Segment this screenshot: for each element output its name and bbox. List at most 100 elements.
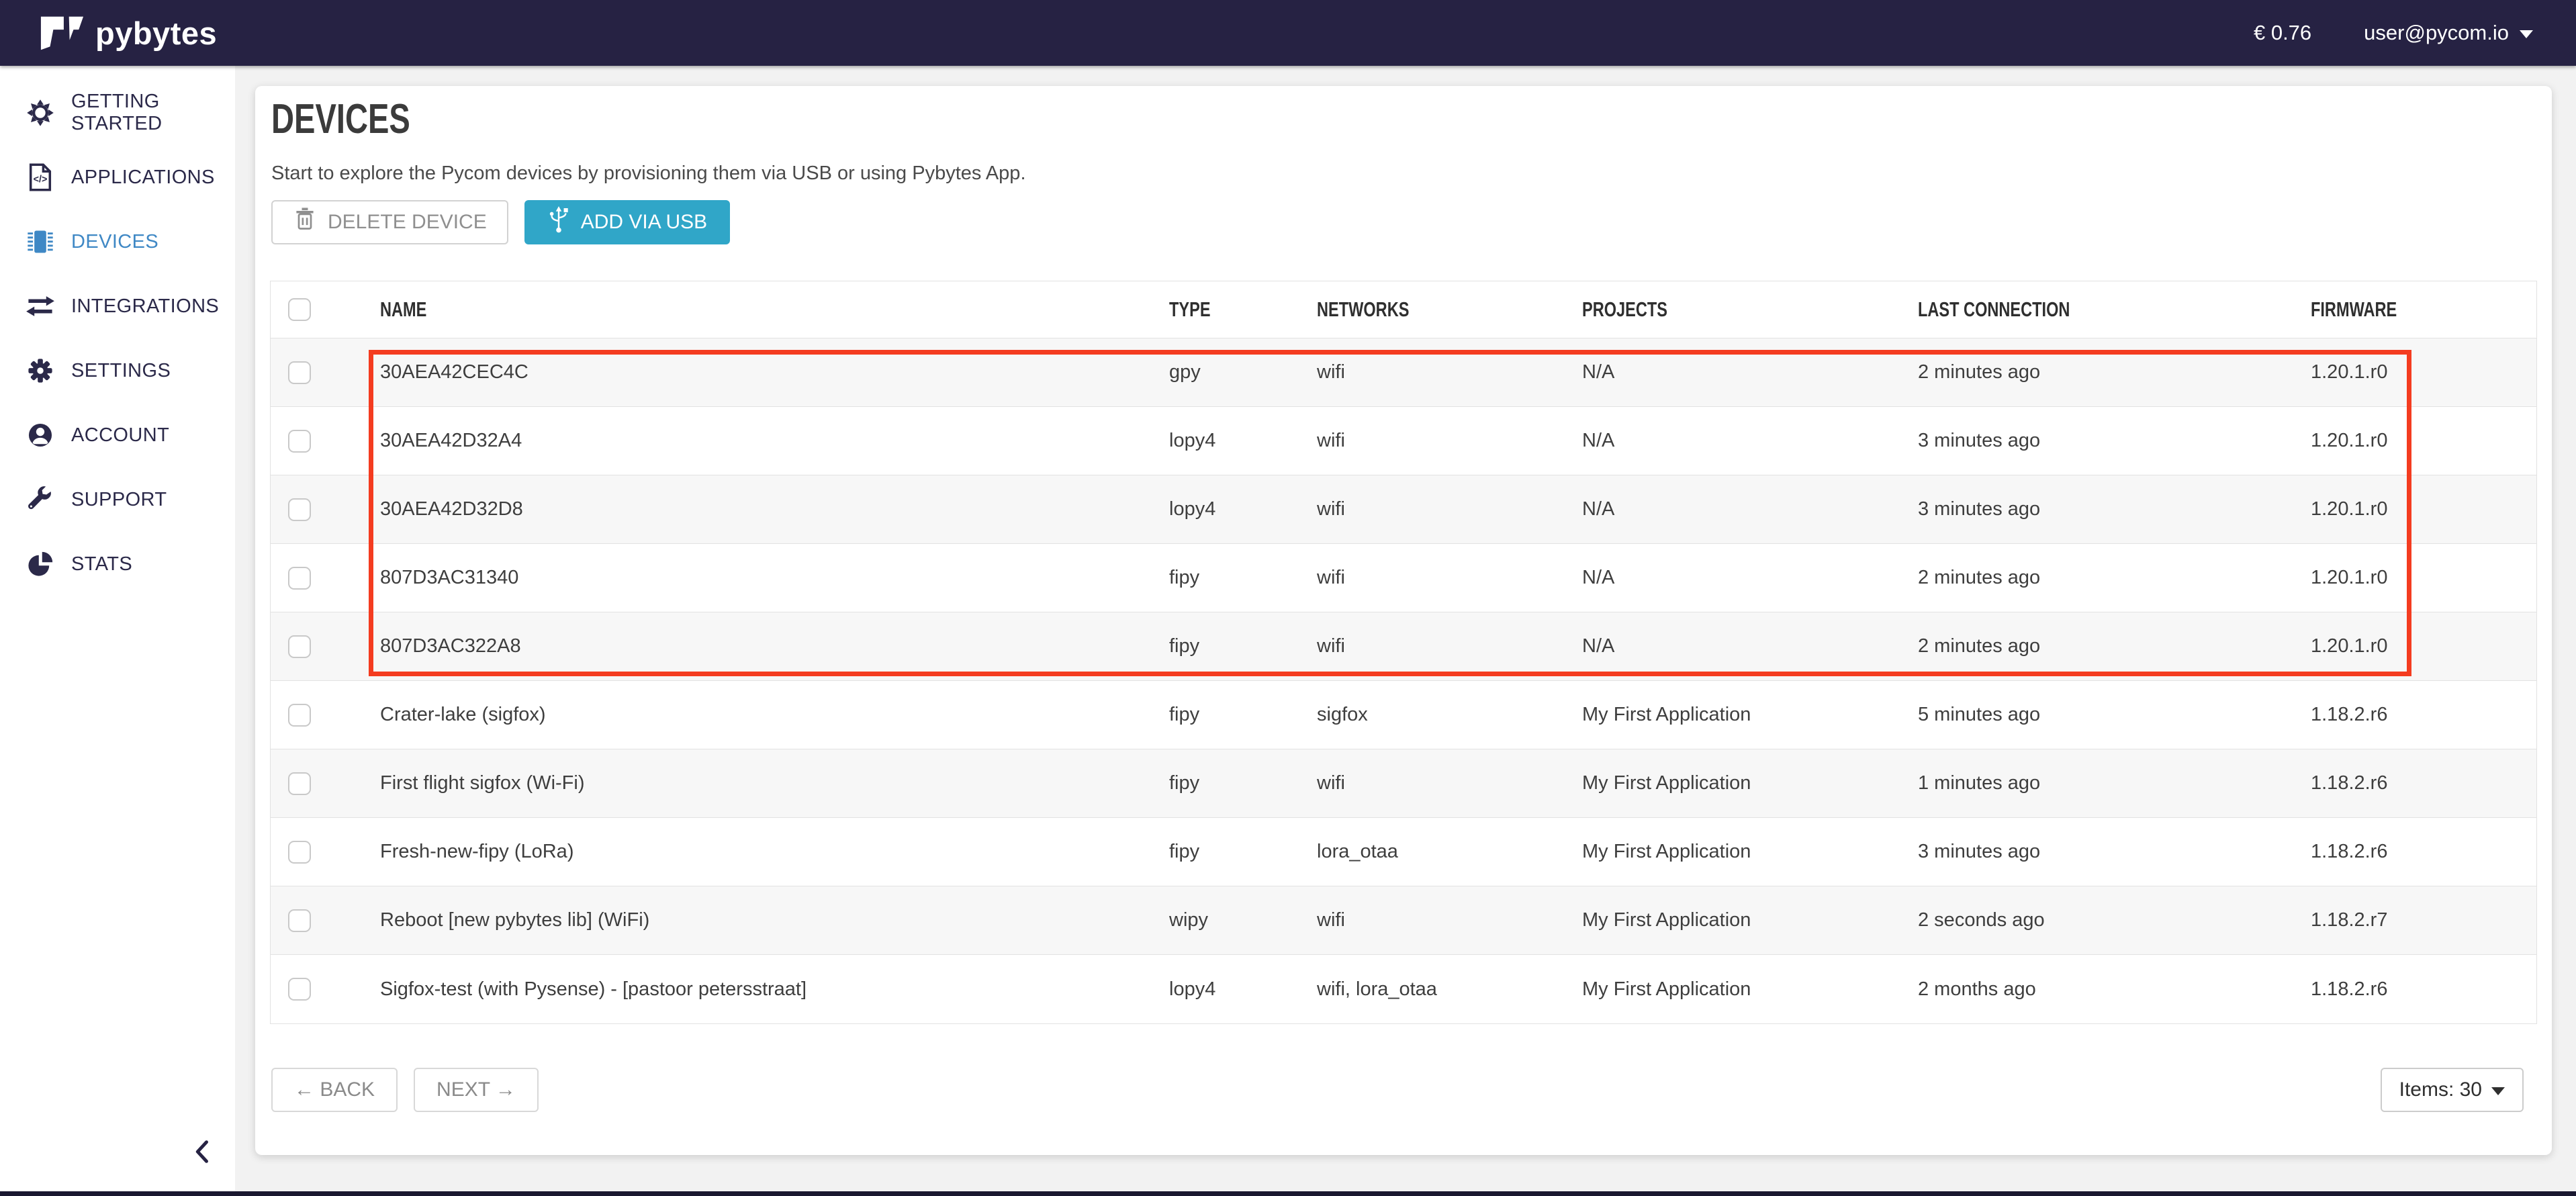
table-row[interactable]: 30AEA42D32D8 lopy4 wifi N/A 3 minutes ag… bbox=[271, 475, 2536, 544]
table-row[interactable]: Reboot [new pybytes lib] (WiFi) wipy wif… bbox=[271, 886, 2536, 955]
device-last-connection: 2 minutes ago bbox=[1918, 567, 2311, 589]
device-projects: My First Application bbox=[1582, 978, 1918, 1001]
row-checkbox[interactable] bbox=[288, 635, 311, 658]
device-last-connection: 2 seconds ago bbox=[1918, 909, 2311, 931]
sidebar-item[interactable]: INTEGRATIONS bbox=[0, 274, 235, 338]
device-projects: My First Application bbox=[1582, 772, 1918, 794]
device-type: lopy4 bbox=[1169, 498, 1317, 520]
row-checkbox[interactable] bbox=[288, 841, 311, 864]
user-menu[interactable]: user@pycom.io bbox=[2364, 21, 2533, 45]
device-firmware: 1.18.2.r6 bbox=[2311, 841, 2536, 863]
device-type: fipy bbox=[1169, 772, 1317, 794]
pycom-logo-icon bbox=[39, 12, 85, 54]
bottom-edge bbox=[0, 1191, 2576, 1196]
add-via-usb-button[interactable]: ADD VIA USB bbox=[524, 200, 730, 244]
device-networks: wifi bbox=[1317, 909, 1582, 931]
device-name: Crater-lake (sigfox) bbox=[380, 704, 1169, 726]
trash-icon bbox=[293, 206, 317, 238]
settings-icon bbox=[26, 356, 55, 385]
sun-icon bbox=[26, 98, 55, 128]
device-last-connection: 3 minutes ago bbox=[1918, 841, 2311, 863]
device-firmware: 1.20.1.r0 bbox=[2311, 430, 2536, 452]
sidebar: GETTING STARTED </> APPLICATIONS DEVICES… bbox=[0, 66, 235, 1192]
device-last-connection: 2 minutes ago bbox=[1918, 361, 2311, 383]
svg-text:</>: </> bbox=[34, 175, 48, 185]
usb-icon bbox=[547, 205, 570, 239]
items-per-page-dropdown[interactable]: Items: 30 bbox=[2381, 1068, 2524, 1112]
support-icon bbox=[26, 485, 55, 514]
device-name: First flight sigfox (Wi-Fi) bbox=[380, 772, 1169, 794]
page-subtitle: Start to explore the Pycom devices by pr… bbox=[271, 163, 1026, 185]
column-header-networks: NETWORKS bbox=[1317, 297, 1409, 322]
device-firmware: 1.18.2.r6 bbox=[2311, 772, 2536, 794]
row-checkbox[interactable] bbox=[288, 361, 311, 384]
sidebar-item[interactable]: SUPPORT bbox=[0, 467, 235, 532]
device-networks: wifi bbox=[1317, 361, 1582, 383]
device-type: lopy4 bbox=[1169, 430, 1317, 452]
row-checkbox[interactable] bbox=[288, 498, 311, 521]
device-type: gpy bbox=[1169, 361, 1317, 383]
row-checkbox[interactable] bbox=[288, 772, 311, 795]
device-last-connection: 5 minutes ago bbox=[1918, 704, 2311, 726]
device-projects: N/A bbox=[1582, 635, 1918, 657]
device-networks: wifi bbox=[1317, 430, 1582, 452]
device-name: 30AEA42D32A4 bbox=[380, 430, 1169, 452]
chevron-down-icon bbox=[2491, 1087, 2505, 1095]
device-name: Sigfox-test (with Pysense) - [pastoor pe… bbox=[380, 978, 1169, 1001]
device-type: fipy bbox=[1169, 635, 1317, 657]
row-checkbox[interactable] bbox=[288, 909, 311, 932]
device-networks: wifi, lora_otaa bbox=[1317, 978, 1582, 1001]
device-networks: wifi bbox=[1317, 635, 1582, 657]
device-name: Fresh-new-fipy (LoRa) bbox=[380, 841, 1169, 863]
row-checkbox[interactable] bbox=[288, 430, 311, 453]
next-button[interactable]: NEXT → bbox=[414, 1068, 539, 1112]
table-row[interactable]: Crater-lake (sigfox) fipy sigfox My Firs… bbox=[271, 681, 2536, 749]
table-row[interactable]: Sigfox-test (with Pysense) - [pastoor pe… bbox=[271, 955, 2536, 1023]
logo-text: pybytes bbox=[95, 15, 217, 52]
device-type: fipy bbox=[1169, 704, 1317, 726]
device-projects: N/A bbox=[1582, 498, 1918, 520]
table-row[interactable]: First flight sigfox (Wi-Fi) fipy wifi My… bbox=[271, 749, 2536, 818]
device-name: 30AEA42D32D8 bbox=[380, 498, 1169, 520]
sidebar-nav: GETTING STARTED </> APPLICATIONS DEVICES… bbox=[0, 66, 235, 596]
column-header-last-connection: LAST CONNECTION bbox=[1918, 297, 2070, 322]
sidebar-item[interactable]: GETTING STARTED bbox=[0, 81, 235, 145]
sidebar-item[interactable]: DEVICES bbox=[0, 210, 235, 274]
sidebar-item[interactable]: </> APPLICATIONS bbox=[0, 145, 235, 210]
column-header-name: NAME bbox=[380, 297, 426, 322]
device-firmware: 1.18.2.r6 bbox=[2311, 978, 2536, 1001]
select-all-checkbox[interactable] bbox=[288, 298, 311, 321]
device-firmware: 1.20.1.r0 bbox=[2311, 635, 2536, 657]
sidebar-item[interactable]: STATS bbox=[0, 532, 235, 596]
stats-icon bbox=[26, 549, 55, 579]
table-row[interactable]: 30AEA42D32A4 lopy4 wifi N/A 3 minutes ag… bbox=[271, 407, 2536, 475]
pybytes-logo[interactable]: pybytes bbox=[0, 12, 217, 54]
delete-device-button[interactable]: DELETE DEVICE bbox=[271, 200, 508, 244]
sidebar-item[interactable]: SETTINGS bbox=[0, 338, 235, 403]
row-checkbox[interactable] bbox=[288, 704, 311, 727]
device-name: 807D3AC31340 bbox=[380, 567, 1169, 589]
topbar: pybytes € 0.76 user@pycom.io bbox=[0, 0, 2576, 66]
table-body: 30AEA42CEC4C gpy wifi N/A 2 minutes ago … bbox=[271, 338, 2536, 1023]
device-projects: My First Application bbox=[1582, 909, 1918, 931]
device-name: 807D3AC322A8 bbox=[380, 635, 1169, 657]
sidebar-collapse-button[interactable] bbox=[188, 1137, 218, 1166]
user-email: user@pycom.io bbox=[2364, 21, 2509, 45]
device-last-connection: 3 minutes ago bbox=[1918, 498, 2311, 520]
chevron-left-icon bbox=[188, 1137, 218, 1166]
pagination: ← BACK NEXT → Items: 30 bbox=[271, 1068, 2524, 1112]
device-networks: wifi bbox=[1317, 498, 1582, 520]
back-button[interactable]: ← BACK bbox=[271, 1068, 398, 1112]
table-row[interactable]: Fresh-new-fipy (LoRa) fipy lora_otaa My … bbox=[271, 818, 2536, 886]
device-type: lopy4 bbox=[1169, 978, 1317, 1001]
sidebar-item[interactable]: ACCOUNT bbox=[0, 403, 235, 467]
row-checkbox[interactable] bbox=[288, 978, 311, 1001]
device-name: Reboot [new pybytes lib] (WiFi) bbox=[380, 909, 1169, 931]
row-checkbox[interactable] bbox=[288, 567, 311, 590]
applications-icon: </> bbox=[26, 163, 55, 192]
table-row[interactable]: 807D3AC31340 fipy wifi N/A 2 minutes ago… bbox=[271, 544, 2536, 612]
table-row[interactable]: 807D3AC322A8 fipy wifi N/A 2 minutes ago… bbox=[271, 612, 2536, 681]
device-last-connection: 2 months ago bbox=[1918, 978, 2311, 1001]
table-row[interactable]: 30AEA42CEC4C gpy wifi N/A 2 minutes ago … bbox=[271, 338, 2536, 407]
device-type: fipy bbox=[1169, 841, 1317, 863]
